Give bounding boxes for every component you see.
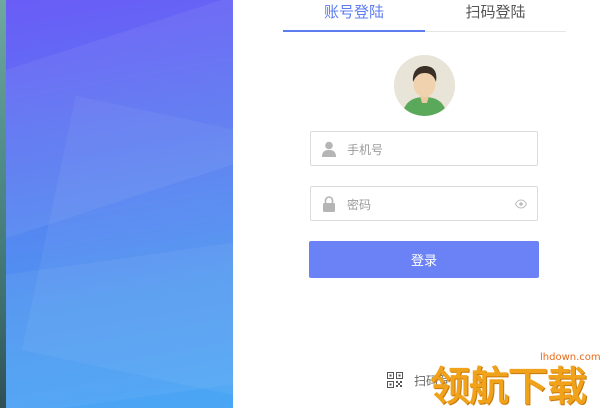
- qr-code-icon: [387, 372, 403, 388]
- tab-scan-login[interactable]: 扫码登陆: [425, 0, 566, 30]
- hero-panel: [6, 0, 233, 408]
- avatar: [394, 55, 455, 116]
- eye-icon[interactable]: [515, 199, 527, 209]
- password-input[interactable]: [345, 187, 519, 222]
- password-field[interactable]: [310, 186, 538, 222]
- active-tab-indicator: [283, 30, 425, 32]
- user-icon: [322, 141, 336, 157]
- tab-divider: [425, 31, 566, 32]
- user-avatar-icon: [394, 55, 455, 116]
- login-button[interactable]: 登录: [309, 241, 539, 278]
- login-tabs: 账号登陆 扫码登陆: [283, 0, 566, 32]
- watermark-logo: 领航下载 lhdown.com: [430, 350, 613, 410]
- tab-account-login[interactable]: 账号登陆: [283, 0, 425, 30]
- lock-icon: [323, 196, 335, 212]
- phone-field[interactable]: [310, 131, 538, 167]
- watermark-url: lhdown.com: [540, 352, 601, 363]
- phone-input[interactable]: [345, 132, 519, 167]
